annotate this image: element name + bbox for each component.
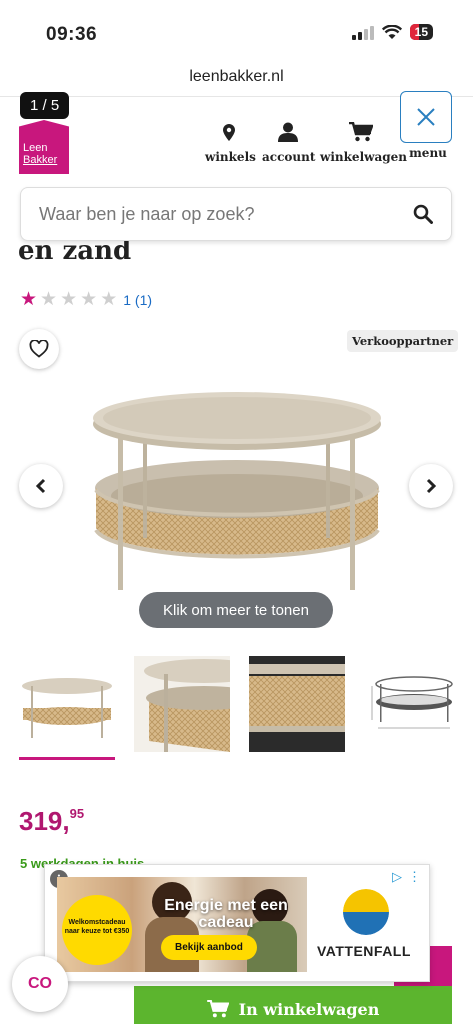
price: 319,95: [19, 806, 85, 836]
star-icon: ★: [60, 289, 78, 310]
ad-gift-badge: Welkomstcadeau naar keuze tot €350: [62, 895, 132, 965]
ad-play-icon: ▷: [392, 869, 402, 884]
url-bar[interactable]: leenbakker.nl: [0, 68, 473, 86]
battery-icon: 15: [409, 24, 433, 40]
page: 09:36 15 leenbakker.nl 1 / 5 Leen Bakker…: [0, 0, 473, 1024]
chevron-left-icon: [35, 478, 46, 494]
ad-more-icon: ⋮: [408, 869, 421, 884]
add-to-cart-label: In winkelwagen: [238, 999, 380, 1019]
favorite-button[interactable]: [19, 329, 59, 369]
nav-cart[interactable]: winkelwagen: [320, 120, 407, 164]
thumbnail[interactable]: [249, 656, 345, 752]
star-icon: ★: [80, 289, 98, 310]
nav-label: winkelwagen: [320, 150, 407, 164]
nav-label: winkels: [205, 150, 256, 164]
nav-stores[interactable]: winkels: [205, 120, 256, 164]
product-image[interactable]: [88, 388, 386, 594]
rating[interactable]: ★ ★ ★ ★ ★ 1 (1): [20, 288, 152, 311]
prev-image-button[interactable]: [19, 464, 63, 508]
nav-menu-label[interactable]: menu: [406, 146, 450, 160]
chevron-right-icon: [426, 478, 437, 494]
ad-headline: Energie met een cadeau: [164, 897, 288, 931]
thumbnail[interactable]: [364, 656, 460, 752]
price-cents: 95: [69, 806, 85, 821]
review-count[interactable]: 1 (1): [123, 292, 152, 308]
thumbnail[interactable]: [19, 656, 115, 752]
ad-choices[interactable]: ▷ ⋮: [392, 869, 421, 885]
show-more-button[interactable]: Klik om meer te tonen: [139, 592, 333, 628]
search-icon[interactable]: [413, 204, 433, 224]
logo-line-1: Leen: [23, 142, 48, 154]
thumbnail-selected-indicator: [19, 757, 115, 760]
cart-icon: [206, 1000, 229, 1018]
heart-icon: [29, 340, 49, 358]
ad-brand-name: VATTENFALL: [317, 943, 411, 959]
brand-logo[interactable]: Leen Bakker: [19, 120, 69, 174]
star-icon: ★: [20, 289, 38, 310]
signal-icon: [351, 24, 374, 40]
ad-image[interactable]: Welkomstcadeau naar keuze tot €350 Energ…: [57, 877, 307, 972]
wifi-icon: [381, 24, 402, 39]
chat-button[interactable]: CO: [12, 956, 68, 1012]
nav-label: account: [262, 150, 316, 164]
nav-account[interactable]: account: [262, 120, 316, 164]
cart-icon: [349, 122, 373, 142]
status-icons: 15: [351, 24, 433, 40]
star-icon: ★: [100, 289, 118, 310]
thumbnail[interactable]: [134, 656, 230, 752]
logo-line-2: Bakker: [23, 154, 58, 166]
gallery-counter: 1 / 5: [20, 92, 70, 119]
search-bar[interactable]: Waar ben je naar op zoek?: [20, 187, 452, 241]
location-pin-icon: [223, 123, 235, 141]
add-to-cart-button[interactable]: In winkelwagen: [134, 986, 452, 1024]
next-image-button[interactable]: [409, 464, 453, 508]
user-icon: [278, 122, 298, 142]
search-input[interactable]: Waar ben je naar op zoek?: [39, 204, 413, 225]
close-button[interactable]: [400, 91, 452, 143]
seller-badge: Verkooppartner: [347, 330, 459, 352]
star-icon: ★: [40, 289, 58, 310]
status-time: 09:36: [46, 24, 98, 45]
advertisement-banner[interactable]: i ▷ ⋮ Welkomstcadeau naar keuze tot €350…: [44, 864, 430, 982]
close-icon: [417, 108, 435, 126]
ad-cta-button[interactable]: Bekijk aanbod: [161, 935, 257, 960]
vattenfall-logo-icon: [343, 889, 389, 935]
